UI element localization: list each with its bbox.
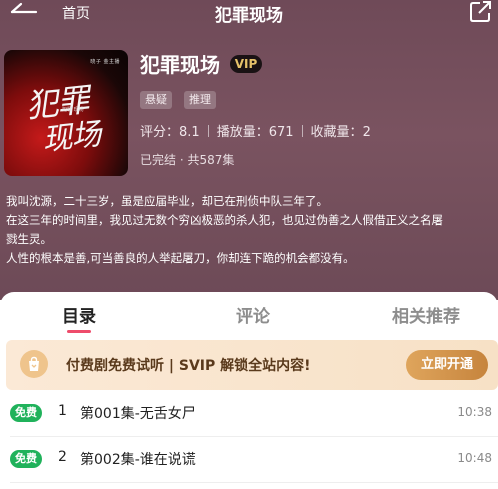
book-title: 犯罪现场 <box>140 53 220 77</box>
book-cover[interactable]: 晓子 金主播 犯罪 犯罪 现场 现场 <box>4 50 128 176</box>
tab-recommendations[interactable]: 相关推荐 <box>392 302 460 327</box>
book-stats: 评分：8.1 播放量：671 收藏量：2 <box>140 121 371 140</box>
stats-divider <box>207 125 209 137</box>
favs-value: 2 <box>362 125 371 140</box>
stats-divider <box>301 125 303 137</box>
cover-title-line2: 现场 <box>40 117 103 158</box>
rating-value: 8.1 <box>179 125 200 140</box>
episode-row[interactable]: 免费 2 第002集-谁在说谎 10:48 <box>0 438 498 484</box>
content-panel: 目录 评论 相关推荐 付费剧免费试听 | SVIP 解锁全站内容! 立即开通 免… <box>0 292 498 489</box>
description-line: 人性的根本是善,可当善良的人举起屠刀，你却连下跪的机会都没有。 <box>6 251 355 265</box>
tag-mystery[interactable]: 推理 <box>184 91 216 109</box>
tab-catalog[interactable]: 目录 <box>62 302 96 327</box>
free-badge: 免费 <box>10 404 42 422</box>
description-line: 在这三年的时间里，我见过无数个穷凶极恶的杀人犯，也见过伪善之人假借正义之名屠 <box>6 213 443 227</box>
share-icon[interactable] <box>468 0 494 24</box>
page-title: 犯罪现场 <box>215 6 283 26</box>
description-line: 我叫沈源，二十三岁，虽是应届毕业，却已在刑侦中队三年了。 <box>6 194 328 208</box>
free-badge: 免费 <box>10 450 42 468</box>
episode-row[interactable]: 免费 1 第001集-无舌女尸 10:38 <box>0 392 498 438</box>
tab-comments[interactable]: 评论 <box>236 302 270 327</box>
episode-index: 2 <box>58 449 67 465</box>
episode-duration: 10:48 <box>457 451 492 465</box>
episode-title: 第002集-谁在说谎 <box>80 452 196 468</box>
row-divider <box>10 482 498 483</box>
plays-label: 播放量： <box>216 125 269 140</box>
row-divider <box>10 436 498 437</box>
episode-index: 1 <box>58 403 67 419</box>
subscribe-button[interactable]: 立即开通 <box>406 350 488 380</box>
top-nav: 首页 犯罪现场 <box>0 0 498 28</box>
episode-title: 第001集-无舌女尸 <box>80 406 196 422</box>
favs-label: 收藏量： <box>310 125 363 140</box>
book-description: 我叫沈源，二十三岁，虽是应届毕业，却已在刑侦中队三年了。 在这三年的时间里，我见… <box>6 192 498 268</box>
episode-duration: 10:38 <box>457 405 492 419</box>
vip-badge: VIP <box>230 55 262 73</box>
tag-suspense[interactable]: 悬疑 <box>140 91 172 109</box>
plays-value: 671 <box>268 125 294 140</box>
banner-text: 付费剧免费试听 | SVIP 解锁全站内容! <box>66 358 311 374</box>
svip-banner[interactable]: 付费剧免费试听 | SVIP 解锁全站内容! 立即开通 <box>6 340 498 390</box>
completion-status: 已完结 · 共587集 <box>140 153 235 167</box>
book-header: 首页 犯罪现场 晓子 金主播 犯罪 犯罪 现场 现场 犯罪现场 VIP 悬疑 推… <box>0 0 498 300</box>
cover-author: 晓子 金主播 <box>90 59 120 65</box>
shopping-bag-icon <box>20 350 48 378</box>
rating-label: 评分： <box>140 125 180 140</box>
active-tab-indicator <box>67 330 91 333</box>
description-line: 戮生灵。 <box>6 232 52 246</box>
